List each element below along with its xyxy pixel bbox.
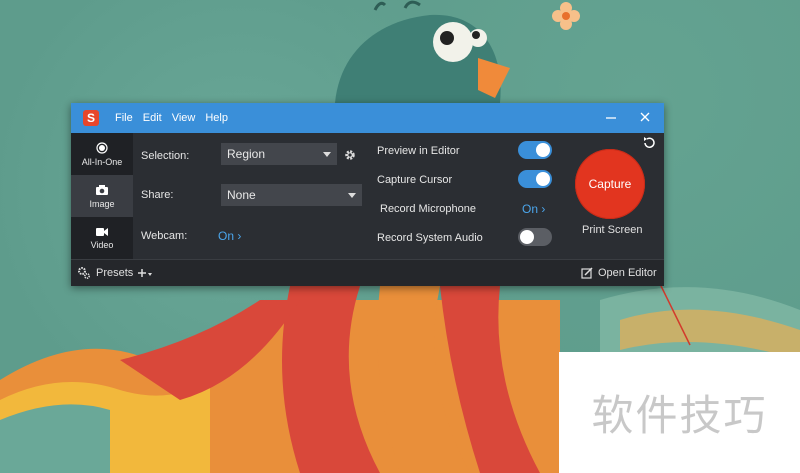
mode-label: Video [90, 239, 114, 250]
microphone-toggle-link[interactable]: On › [522, 202, 545, 216]
menu-edit[interactable]: Edit [143, 112, 162, 124]
capture-button[interactable]: Capture [575, 149, 645, 219]
video-camera-icon [96, 227, 108, 236]
app-logo-icon: S [83, 110, 99, 126]
webcam-toggle-link[interactable]: On › [218, 229, 241, 243]
close-icon[interactable] [638, 110, 652, 124]
cursor-toggle[interactable] [518, 170, 552, 188]
capture-window: S File Edit View Help All-In-One Image V… [71, 103, 664, 286]
bottom-bar: Presets Open Editor [71, 259, 664, 286]
capture-hotkey: Print Screen [582, 224, 643, 236]
preview-toggle[interactable] [518, 141, 552, 159]
microphone-value: On [522, 202, 539, 216]
reset-icon[interactable] [642, 136, 656, 150]
presets-gear-icon[interactable] [77, 266, 91, 280]
presets-label[interactable]: Presets [96, 267, 133, 279]
webcam-label: Webcam: [141, 230, 188, 242]
watermark-text: 软件技巧 [591, 391, 768, 440]
mode-image[interactable]: Image [71, 175, 133, 217]
selection-value: Region [227, 147, 266, 161]
preview-label: Preview in Editor [377, 145, 460, 157]
menu-view[interactable]: View [172, 112, 196, 124]
mode-all-in-one[interactable]: All-In-One [71, 133, 133, 175]
camera-icon [96, 184, 108, 195]
minimize-icon[interactable] [604, 110, 618, 124]
gear-icon[interactable] [344, 149, 356, 161]
microphone-label: Record Microphone [380, 203, 476, 215]
system-audio-toggle[interactable] [518, 228, 552, 246]
add-preset-icon[interactable] [137, 268, 153, 279]
title-bar: S File Edit View Help [71, 103, 664, 133]
menu-help[interactable]: Help [205, 112, 228, 124]
watermark: 软件技巧 [559, 352, 800, 473]
mode-label: Image [89, 198, 115, 209]
share-label: Share: [141, 189, 174, 201]
mode-sidebar: All-In-One Image Video [71, 133, 133, 259]
selection-label: Selection: [141, 150, 190, 162]
webcam-value: On [218, 229, 235, 243]
system-audio-label: Record System Audio [377, 232, 483, 244]
menu-file[interactable]: File [115, 112, 133, 124]
chevron-down-icon [323, 152, 331, 157]
open-editor-button[interactable]: Open Editor [598, 267, 657, 279]
mode-label: All-In-One [81, 156, 123, 167]
chevron-down-icon [348, 193, 356, 198]
cursor-label: Capture Cursor [377, 174, 453, 186]
record-dot-icon [96, 141, 108, 154]
share-dropdown[interactable]: None [221, 184, 362, 206]
mode-video[interactable]: Video [71, 217, 133, 259]
share-value: None [227, 188, 256, 202]
edit-icon [581, 267, 593, 279]
selection-dropdown[interactable]: Region [221, 143, 337, 165]
